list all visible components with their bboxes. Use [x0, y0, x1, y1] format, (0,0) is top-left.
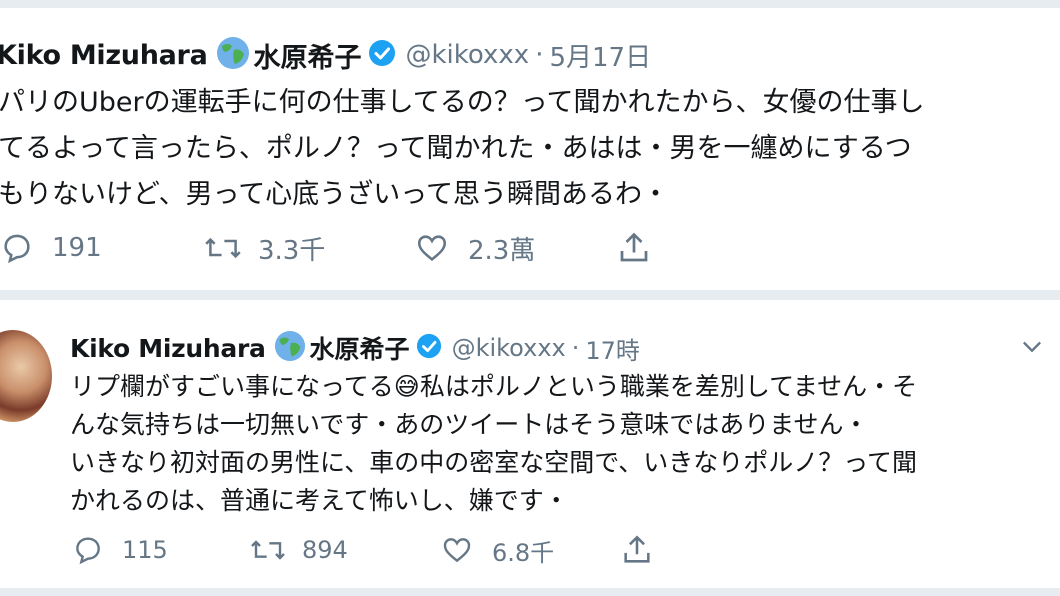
action-bar: 115 894 6.8千 — [72, 528, 654, 572]
retweet-icon — [202, 231, 244, 265]
reply-icon — [0, 231, 34, 265]
verified-badge-icon — [416, 333, 442, 363]
tweet-text: パリのUberの運転手に何の仕事してるの？って聞かれたから、女優の仕事し てるよ… — [0, 87, 925, 210]
japanese-name[interactable]: 水原希子 — [254, 36, 362, 75]
retweet-count: 894 — [302, 536, 348, 564]
globe-icon — [274, 330, 306, 366]
reply-button[interactable]: 115 — [72, 534, 248, 566]
reply-count: 191 — [52, 233, 102, 263]
retweet-button[interactable]: 894 — [248, 534, 440, 566]
japanese-name[interactable]: 水原希子 — [310, 330, 410, 366]
like-button[interactable]: 6.8千 — [440, 533, 620, 568]
chevron-down-icon[interactable] — [1018, 332, 1046, 364]
verified-badge-icon — [368, 39, 396, 71]
timestamp[interactable]: 5月17日 — [549, 37, 651, 74]
like-count: 2.3萬 — [468, 235, 536, 266]
user-handle[interactable]: @kikoxxx — [452, 334, 566, 362]
display-name[interactable]: Kiko Mizuhara — [70, 334, 266, 363]
retweet-count: 3.3千 — [258, 235, 326, 266]
retweet-button[interactable]: 3.3千 — [202, 230, 414, 267]
action-bar: 191 3.3千 2.3萬 — [0, 226, 652, 270]
reply-icon — [72, 534, 104, 566]
separator-dot: · — [571, 334, 580, 362]
reply-count: 115 — [122, 536, 168, 564]
emoji-sweat-smile: 😅 — [393, 372, 420, 401]
globe-icon — [216, 36, 250, 74]
share-button[interactable] — [616, 230, 652, 266]
reply-button[interactable]: 191 — [0, 231, 202, 265]
tweet-card[interactable]: Kiko Mizuhara 水原希子 @kikoxxx · 5月17日 パリのU… — [0, 8, 1060, 290]
like-icon — [440, 534, 474, 566]
like-count: 6.8千 — [492, 538, 555, 567]
share-icon — [620, 533, 654, 567]
tweet-text: リプ欄がすごい事になってる😅私はポルノという職業を差別してません・そ んな気持ち… — [70, 368, 1055, 520]
share-icon — [616, 230, 652, 266]
separator-dot: · — [535, 40, 544, 70]
tweet-header: Kiko Mizuhara 水原希子 @kikoxxx · 17時 — [70, 326, 640, 370]
retweet-icon — [248, 534, 288, 566]
display-name[interactable]: Kiko Mizuhara — [0, 40, 208, 71]
like-icon — [414, 231, 450, 265]
user-handle[interactable]: @kikoxxx — [406, 40, 530, 70]
tweet-header: Kiko Mizuhara 水原希子 @kikoxxx · 5月17日 — [0, 30, 651, 80]
tweet-text-part: リプ欄がすごい事になってる — [70, 372, 394, 401]
timestamp[interactable]: 17時 — [585, 331, 640, 366]
like-button[interactable]: 2.3萬 — [414, 230, 616, 267]
share-button[interactable] — [620, 533, 654, 567]
